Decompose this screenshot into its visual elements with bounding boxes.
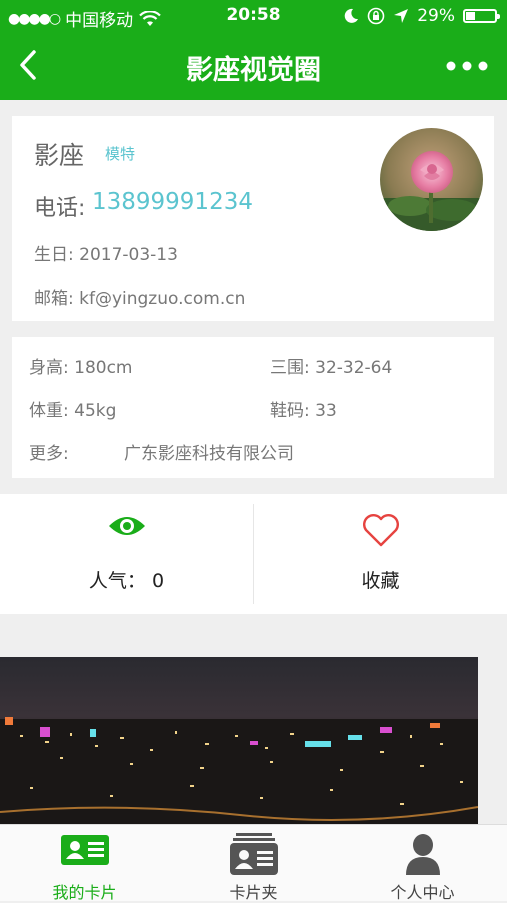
status-right: 29% — [343, 6, 500, 26]
tab-label: 我的卡片 — [52, 883, 117, 902]
tab-card-holder[interactable]: 卡片夹 — [169, 825, 338, 902]
shoe-size-text: 鞋码: 33 — [270, 401, 337, 421]
avatar[interactable] — [380, 128, 483, 231]
rotation-lock-icon — [367, 7, 385, 25]
profile-role-tag: 模特 — [105, 145, 136, 163]
actions-bar: 人气： 0 收藏 — [0, 494, 507, 614]
battery-percent: 29% — [417, 6, 455, 26]
rose-avatar-image — [380, 128, 483, 231]
company-text: 广东影座科技有限公司 — [124, 444, 294, 464]
status-bar: ●●●●○ 中国移动 20:58 29% — [0, 0, 507, 32]
phone-label: 电话: — [34, 196, 86, 221]
height-text: 身高: 180cm — [29, 358, 133, 378]
favorite-button[interactable]: 收藏 — [254, 494, 507, 614]
more-dots-icon[interactable] — [445, 52, 489, 80]
popularity-label: 人气： 0 — [88, 570, 165, 592]
more-label: 更多: — [29, 444, 69, 464]
card-holder-icon — [229, 833, 278, 875]
tab-personal-center[interactable]: 个人中心 — [338, 825, 507, 902]
location-arrow-icon — [394, 9, 409, 23]
birthday-text: 生日: 2017-03-13 — [34, 245, 178, 265]
night-city-image — [0, 657, 478, 827]
person-icon — [405, 834, 440, 875]
id-card-icon — [60, 835, 109, 865]
weight-text: 体重: 45kg — [29, 401, 117, 421]
email-text: 邮箱: kf@yingzuo.com.cn — [34, 289, 246, 309]
battery-fill — [466, 12, 475, 20]
measurements-text: 三围: 32-32-64 — [270, 358, 393, 378]
city-night-photo[interactable] — [0, 657, 478, 827]
favorite-label: 收藏 — [361, 570, 400, 592]
nav-bar: 影座视觉圈 — [0, 32, 507, 100]
moon-icon — [344, 8, 359, 23]
page-title: 影座视觉圈 — [186, 55, 321, 86]
tab-my-card[interactable]: 我的卡片 — [0, 825, 169, 902]
heart-icon — [362, 514, 399, 547]
phone-number-link[interactable]: 13899991234 — [92, 189, 253, 215]
tab-label: 卡片夹 — [229, 883, 278, 902]
stats-card: 身高: 180cm 三围: 32-32-64 体重: 45kg 鞋码: 33 更… — [12, 337, 494, 478]
tab-bar: 我的卡片 卡片夹 个人中心 — [0, 824, 507, 902]
tab-label: 个人中心 — [390, 883, 455, 902]
eye-icon — [108, 517, 145, 535]
battery-icon — [463, 9, 500, 23]
profile-card: 影座 模特 电话: 13899991234 生日: 2017-03-13 邮箱:… — [12, 116, 494, 321]
popularity-button[interactable]: 人气： 0 — [0, 494, 253, 614]
profile-name: 影座 — [34, 141, 85, 170]
